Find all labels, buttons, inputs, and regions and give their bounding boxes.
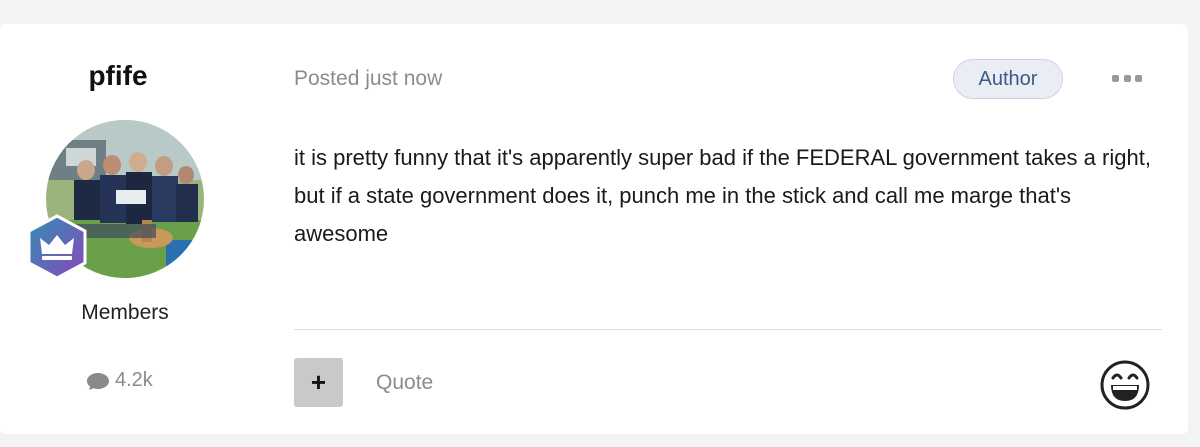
post-timestamp[interactable]: Posted just now xyxy=(294,67,442,91)
comment-icon xyxy=(87,372,109,390)
post-count: 4.2k xyxy=(86,369,153,392)
author-column: pfife Members 4.2k xyxy=(0,24,240,434)
author-username[interactable]: pfife xyxy=(0,60,236,92)
laughing-face-icon xyxy=(1100,360,1150,410)
more-options-icon[interactable] xyxy=(1112,70,1142,86)
member-group: Members xyxy=(81,301,169,324)
post-card: pfife Members 4.2k Posted just now Autho… xyxy=(0,24,1188,434)
author-badge: Author xyxy=(953,59,1063,99)
divider xyxy=(294,329,1162,330)
quote-button[interactable]: Quote xyxy=(376,371,433,395)
post-body: it is pretty funny that it's apparently … xyxy=(294,145,1151,246)
post-count-value: 4.2k xyxy=(115,369,153,391)
rank-badge[interactable] xyxy=(24,214,90,280)
post-content: Posted just now Author it is pretty funn… xyxy=(294,24,1164,434)
crown-icon xyxy=(27,214,87,280)
multiquote-button[interactable]: + xyxy=(294,358,343,407)
reaction-button[interactable] xyxy=(1099,359,1151,411)
